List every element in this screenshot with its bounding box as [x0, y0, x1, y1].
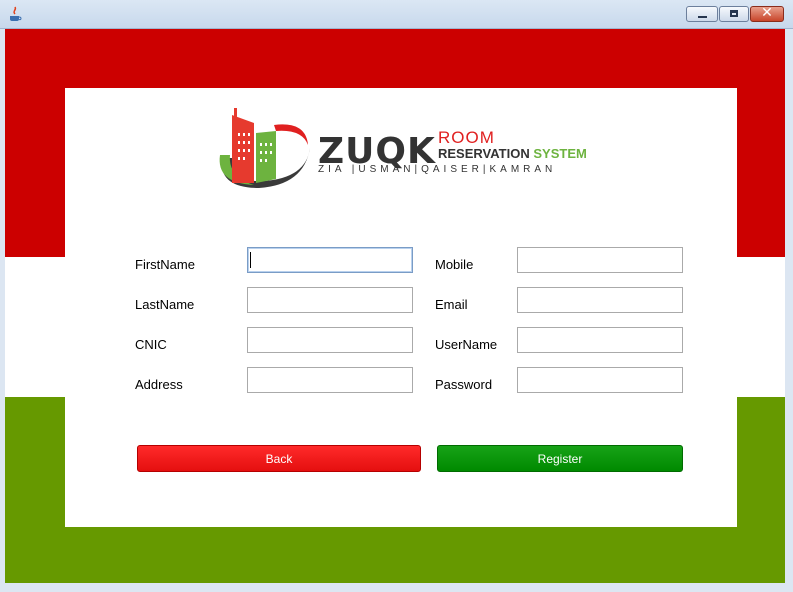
java-icon — [10, 6, 22, 21]
close-button[interactable]: ✕ — [750, 5, 784, 22]
email-label: Email — [435, 297, 468, 312]
address-label: Address — [135, 377, 183, 392]
cnic-field[interactable] — [247, 327, 413, 353]
firstname-label: FirstName — [135, 257, 195, 272]
email-field[interactable] — [517, 287, 683, 313]
zuqk-logo: ZUQK ROOM RESERVATION SYSTEM ZIA |USMAN|… — [214, 103, 594, 195]
firstname-field[interactable] — [247, 247, 413, 273]
lastname-field[interactable] — [247, 287, 413, 313]
building-logo-icon — [219, 108, 310, 188]
cnic-label: CNIC — [135, 337, 167, 352]
text-caret — [250, 252, 251, 268]
title-bar: ✕ — [0, 0, 793, 29]
window-border-bottom — [0, 583, 793, 592]
password-field[interactable] — [517, 367, 683, 393]
back-button[interactable]: Back — [137, 445, 421, 472]
address-field[interactable] — [247, 367, 413, 393]
register-button[interactable]: Register — [437, 445, 683, 472]
mobile-label: Mobile — [435, 257, 474, 272]
minimize-button[interactable] — [686, 6, 718, 22]
logo-room-text: ROOM — [438, 128, 495, 147]
mobile-field[interactable] — [517, 247, 683, 273]
window-border-right — [785, 29, 793, 592]
logo-system-text: SYSTEM — [533, 146, 587, 161]
username-label: UserName — [435, 337, 498, 352]
logo-names-text: ZIA |USMAN|QAISER|KAMRAN — [318, 164, 557, 175]
maximize-button[interactable] — [719, 6, 749, 22]
lastname-label: LastName — [135, 297, 195, 312]
logo-reservation-text: RESERVATION — [438, 146, 530, 161]
password-label: Password — [435, 377, 493, 392]
logo-subtitle: RESERVATION SYSTEM — [438, 146, 587, 161]
username-field[interactable] — [517, 327, 683, 353]
close-icon: ✕ — [761, 5, 773, 21]
